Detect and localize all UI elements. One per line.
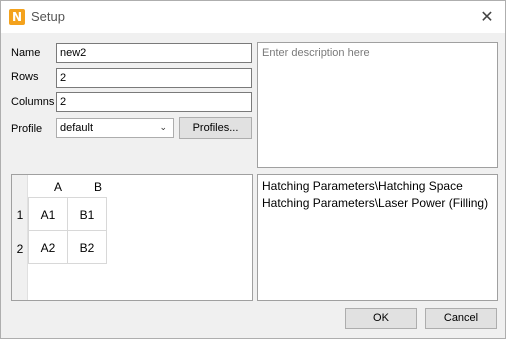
chevron-down-icon: ⌄: [159, 123, 167, 133]
window-title: Setup: [31, 9, 65, 24]
description-placeholder: Enter description here: [262, 47, 370, 59]
app-logo-icon: N: [9, 9, 25, 25]
cell-a2: A2: [40, 241, 56, 255]
list-item[interactable]: Hatching Parameters\Hatching Space: [262, 179, 463, 193]
grid-cell[interactable]: B1: [67, 197, 107, 231]
name-label: Name: [11, 47, 41, 59]
col-header-a[interactable]: A: [38, 180, 78, 194]
setup-dialog: N Setup ✕ Name new2 Rows 2 Columns 2 Pro…: [0, 0, 506, 339]
columns-field[interactable]: 2: [56, 92, 252, 112]
grid-cell[interactable]: A1: [28, 197, 68, 231]
grid-cell[interactable]: A2: [28, 230, 68, 264]
list-item[interactable]: Hatching Parameters\Laser Power (Filling…: [262, 196, 488, 210]
description-textarea[interactable]: Enter description here: [257, 42, 498, 168]
grid-cell[interactable]: B2: [67, 230, 107, 264]
title-bar: N Setup ✕: [1, 1, 505, 33]
row-header-column: [12, 175, 28, 300]
row-header-1[interactable]: 1: [12, 208, 28, 222]
col-header-b[interactable]: B: [78, 180, 118, 194]
name-field[interactable]: new2: [56, 43, 252, 63]
ok-button[interactable]: OK: [345, 308, 417, 329]
profile-select[interactable]: default ⌄: [56, 118, 174, 138]
rows-field[interactable]: 2: [56, 68, 252, 88]
row-header-2[interactable]: 2: [12, 242, 28, 256]
parameter-list[interactable]: Hatching Parameters\Hatching Space Hatch…: [257, 174, 498, 301]
cancel-button[interactable]: Cancel: [425, 308, 497, 329]
profiles-button[interactable]: Profiles...: [179, 117, 252, 139]
cell-b2: B2: [79, 241, 95, 255]
grid-table[interactable]: A B 1 2 A1 B1 A2 B2: [11, 174, 253, 301]
profile-select-value: default: [60, 122, 94, 134]
close-icon[interactable]: ✕: [469, 1, 505, 33]
columns-label: Columns: [11, 96, 55, 108]
cell-a1: A1: [40, 208, 56, 222]
rows-label: Rows: [11, 71, 39, 83]
profile-label: Profile: [11, 123, 43, 135]
cell-b1: B1: [79, 208, 95, 222]
